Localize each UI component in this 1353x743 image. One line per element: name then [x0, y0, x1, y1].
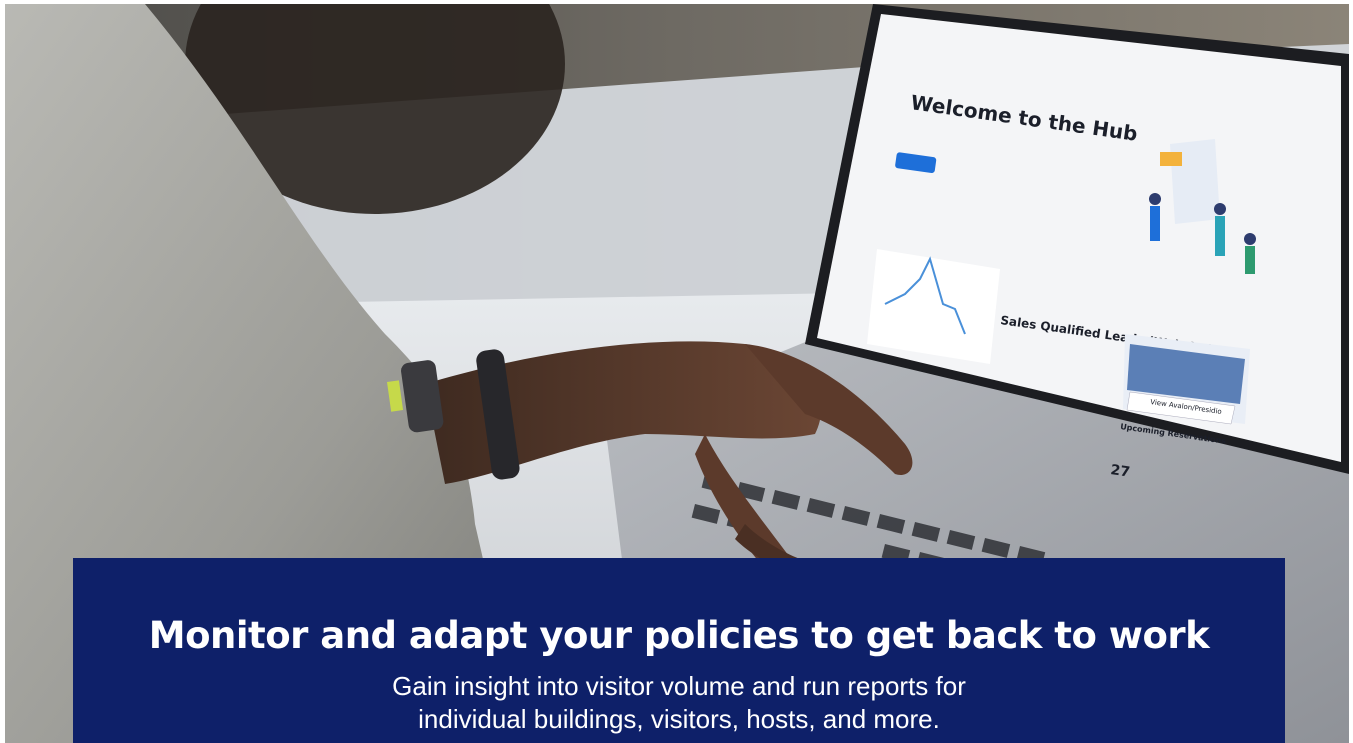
subheadline-line-1: Gain insight into visitor volume and run… [392, 671, 966, 701]
screen-date-number: 27 [1109, 462, 1131, 481]
headline: Monitor and adapt your policies to get b… [148, 614, 1210, 657]
hero-banner: Welcome to the Hub Sales Qualified Leads… [0, 0, 1353, 743]
caption-panel: Monitor and adapt your policies to get b… [73, 558, 1285, 743]
subheadline: Gain insight into visitor volume and run… [73, 670, 1285, 736]
subheadline-line-2: individual buildings, visitors, hosts, a… [418, 704, 940, 734]
